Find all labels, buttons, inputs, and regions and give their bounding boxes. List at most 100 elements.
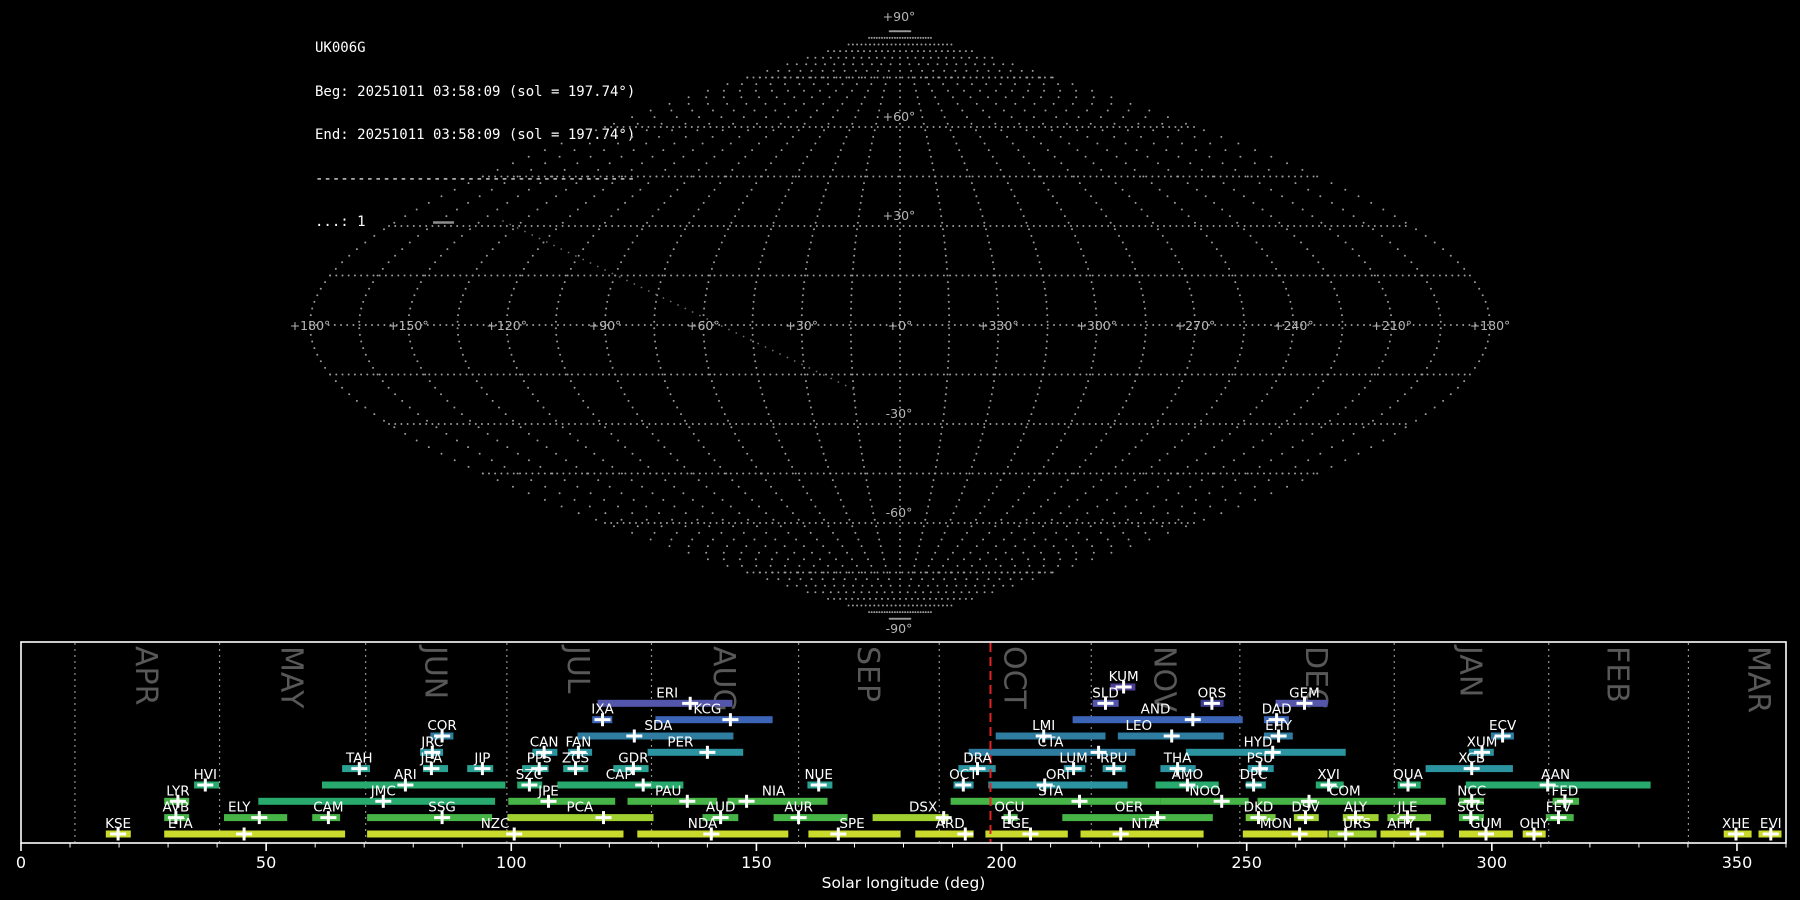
shower-label-IXA: IXA bbox=[591, 702, 614, 718]
ecliptic-trace bbox=[502, 220, 854, 390]
x-tick-label-350: 350 bbox=[1722, 853, 1753, 872]
shower-label-PCA: PCA bbox=[566, 800, 594, 816]
map-lon-label: +180° bbox=[1470, 318, 1511, 333]
shower-label-KCG: KCG bbox=[693, 702, 721, 718]
shower-label-OER: OER bbox=[1115, 800, 1144, 816]
shower-label-DSX: DSX bbox=[909, 800, 937, 816]
shower-label-AVB: AVB bbox=[162, 800, 189, 816]
shower-label-SDA: SDA bbox=[644, 718, 673, 734]
month-label-SEP: SEP bbox=[850, 646, 885, 702]
shower-label-DPC: DPC bbox=[1240, 767, 1268, 783]
map-lon-label: +330° bbox=[978, 318, 1019, 333]
shower-label-KUM: KUM bbox=[1109, 669, 1139, 685]
month-label-JUL: JUL bbox=[560, 644, 595, 694]
map-lat-label: +30° bbox=[883, 208, 916, 223]
shower-label-EGE: EGE bbox=[1002, 816, 1030, 832]
month-label-JUN: JUN bbox=[417, 644, 452, 699]
plot-canvas: +180° +150° +120° +90° +60° +30° +0° +330° +300°… bbox=[16, 9, 1787, 892]
map-lat-label: +60° bbox=[883, 109, 916, 124]
shower-label-ARD: ARD bbox=[936, 816, 965, 832]
shower-label-LEO: LEO bbox=[1125, 718, 1152, 734]
shower-label-EVI: EVI bbox=[1760, 816, 1782, 832]
shower-label-ETA: ETA bbox=[168, 816, 194, 832]
shower-label-PSU: PSU bbox=[1247, 751, 1274, 767]
shower-label-DKD: DKD bbox=[1244, 800, 1274, 816]
shower-label-FED: FED bbox=[1552, 783, 1579, 799]
shower-label-XVI: XVI bbox=[1317, 767, 1339, 783]
shower-label-AAN: AAN bbox=[1541, 767, 1570, 783]
shower-label-NDA: NDA bbox=[688, 816, 718, 832]
shower-bar-PER bbox=[647, 748, 744, 756]
shower-peaks-and-labels: KUM ERI SLD ORS GEM IXA KCG AND DAD COR SDA LMI LEO E… bbox=[105, 669, 1782, 841]
shower-label-ARI: ARI bbox=[394, 767, 417, 783]
shower-label-CAP: CAP bbox=[606, 767, 633, 783]
shower-label-URS: URS bbox=[1343, 816, 1371, 832]
shower-label-COR: COR bbox=[427, 718, 456, 734]
shower-label-NIA: NIA bbox=[762, 783, 786, 799]
shower-label-PER: PER bbox=[667, 734, 693, 750]
radiant-map-screen: UK006G Beg: 20251011 03:58:09 (sol = 197… bbox=[0, 0, 1800, 900]
shower-label-FEV: FEV bbox=[1546, 800, 1572, 816]
shower-label-NZC: NZC bbox=[481, 816, 510, 832]
shower-label-COM: COM bbox=[1329, 783, 1361, 799]
month-label-OCT: OCT bbox=[996, 646, 1031, 710]
shower-label-SLD: SLD bbox=[1092, 685, 1119, 701]
shower-label-TAH: TAH bbox=[345, 751, 373, 767]
shower-label-AND: AND bbox=[1141, 702, 1171, 718]
shower-label-PPS: PPS bbox=[527, 751, 552, 767]
shower-label-MON: MON bbox=[1260, 816, 1292, 832]
shower-label-LYR: LYR bbox=[166, 783, 189, 799]
shower-label-SCC: SCC bbox=[1457, 800, 1484, 816]
shower-label-ELY: ELY bbox=[228, 800, 251, 816]
x-tick-label-300: 300 bbox=[1477, 853, 1508, 872]
x-tick-label-150: 150 bbox=[741, 853, 772, 872]
shower-label-OCU: OCU bbox=[994, 800, 1024, 816]
x-tick-label-100: 100 bbox=[496, 853, 527, 872]
map-lon-label: +150° bbox=[388, 318, 429, 333]
shower-label-DSV: DSV bbox=[1291, 800, 1320, 816]
shower-label-KSE: KSE bbox=[105, 816, 131, 832]
map-lon-label: +270° bbox=[1175, 318, 1216, 333]
x-axis-title: Solar longitude (deg) bbox=[822, 874, 986, 892]
shower-label-OHY: OHY bbox=[1519, 816, 1549, 832]
x-tick-label-250: 250 bbox=[1231, 853, 1262, 872]
shower-label-JRC: JRC bbox=[420, 734, 443, 750]
shower-label-JMC: JMC bbox=[370, 783, 396, 799]
map-lon-label: +180° bbox=[290, 318, 331, 333]
month-label-MAR: MAR bbox=[1740, 646, 1775, 713]
shower-label-CAN: CAN bbox=[530, 734, 559, 750]
month-label-MAY: MAY bbox=[274, 646, 309, 709]
shower-label-NUE: NUE bbox=[804, 767, 833, 783]
shower-label-LUM: LUM bbox=[1059, 751, 1087, 767]
shower-label-QUA: QUA bbox=[1393, 767, 1424, 783]
x-tick-label-0: 0 bbox=[16, 853, 26, 872]
map-lon-label: +120° bbox=[486, 318, 527, 333]
shower-label-CTA: CTA bbox=[1038, 734, 1065, 750]
shower-label-SSG: SSG bbox=[428, 800, 456, 816]
shower-label-XHE: XHE bbox=[1722, 816, 1750, 832]
x-tick-label-200: 200 bbox=[986, 853, 1017, 872]
shower-label-DRA: DRA bbox=[963, 751, 992, 767]
shower-label-ERI: ERI bbox=[656, 685, 678, 701]
x-tick-label-50: 50 bbox=[256, 853, 276, 872]
shower-label-GUM: GUM bbox=[1470, 816, 1502, 832]
shower-label-NCC: NCC bbox=[1457, 783, 1486, 799]
activity-timeline-chart: APR MAY JUN JUL AUG SEP OCT NOV DEC JAN FEB MARKUME… bbox=[16, 641, 1787, 892]
shower-label-GDR: GDR bbox=[618, 751, 648, 767]
shower-label-JPE: JPE bbox=[537, 783, 559, 799]
shower-label-SPE: SPE bbox=[839, 816, 864, 832]
shower-label-HYD: HYD bbox=[1244, 734, 1273, 750]
shower-label-EHY: EHY bbox=[1265, 718, 1293, 734]
shower-label-HVI: HVI bbox=[194, 767, 217, 783]
shower-label-FAN: FAN bbox=[565, 734, 591, 750]
shower-label-XCB: XCB bbox=[1458, 751, 1485, 767]
shower-label-ORI: ORI bbox=[1046, 767, 1070, 783]
map-lon-label: +0° bbox=[888, 318, 913, 333]
shower-label-AHY: AHY bbox=[1387, 816, 1415, 832]
map-lon-label: +90° bbox=[589, 318, 622, 333]
map-lon-label: +300° bbox=[1076, 318, 1117, 333]
sky-map: +180° +150° +120° +90° +60° +30° +0° +330° +300°… bbox=[290, 9, 1511, 636]
shower-label-ECV: ECV bbox=[1489, 718, 1517, 734]
shower-label-JIP: JIP bbox=[473, 751, 490, 767]
month-label-JAN: JAN bbox=[1453, 644, 1488, 697]
